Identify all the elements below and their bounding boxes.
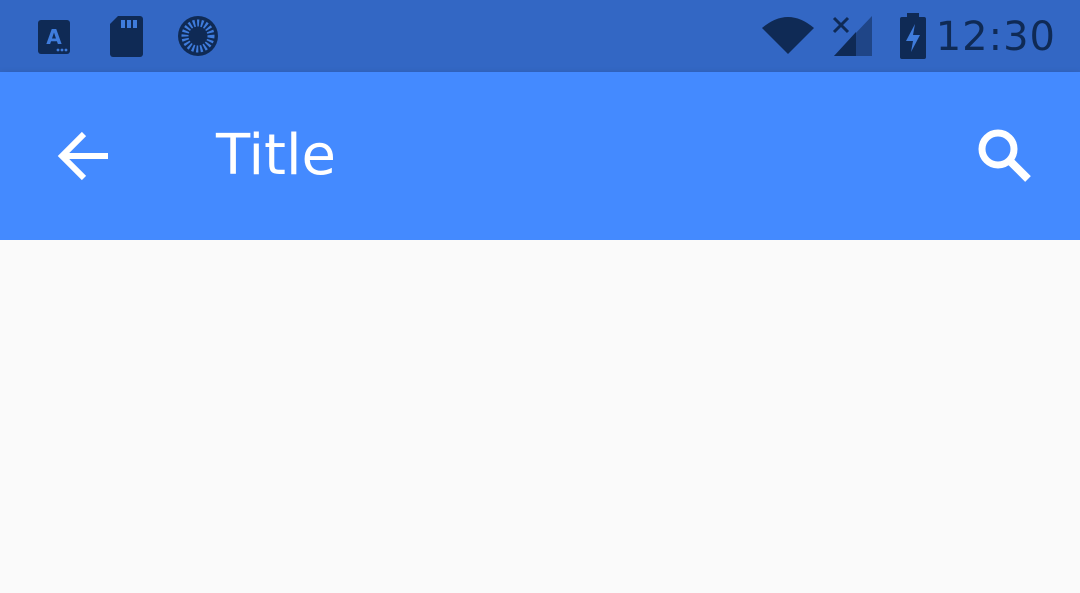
signal-no-data-icon — [830, 12, 876, 60]
page-title: Title — [216, 123, 337, 188]
status-time: 12:30 — [935, 14, 1056, 60]
content-area — [0, 240, 1080, 593]
search-button[interactable] — [966, 116, 1046, 196]
back-button[interactable] — [44, 116, 124, 196]
app-a-icon: A — [34, 12, 74, 60]
battery-charging-icon — [896, 12, 930, 60]
wifi-icon — [760, 12, 816, 60]
sync-circle-icon — [176, 12, 220, 60]
app-bar: Title — [0, 72, 1080, 240]
search-icon — [978, 129, 1031, 182]
arrow-back-icon — [57, 131, 108, 181]
status-bar: A 12:30 — [0, 0, 1080, 72]
svg-text:A: A — [46, 25, 62, 49]
sd-card-icon — [106, 12, 146, 60]
